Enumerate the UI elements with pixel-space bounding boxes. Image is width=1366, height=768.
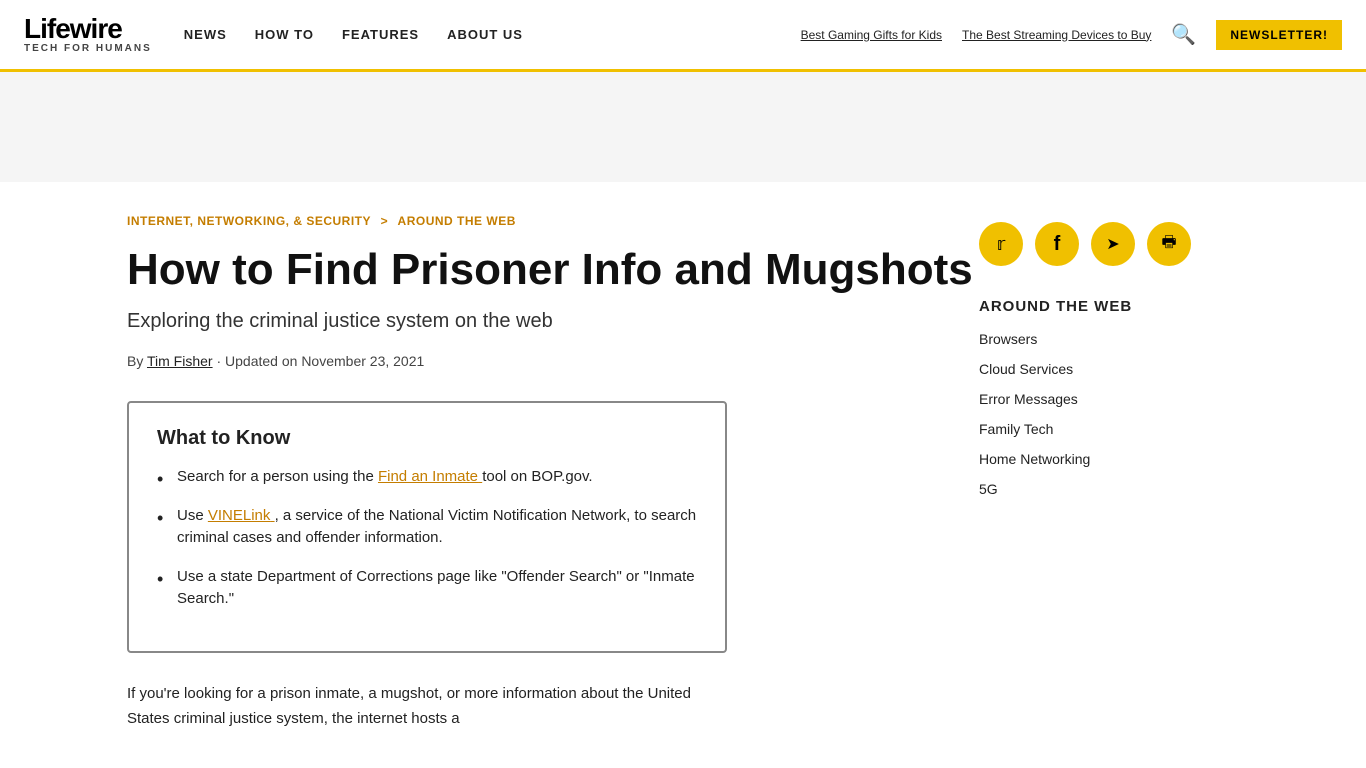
article-area: INTERNET, NETWORKING, & SECURITY > AROUN… xyxy=(107,182,979,732)
print-button[interactable]: 🖶 xyxy=(1147,222,1191,266)
site-logo[interactable]: Lifewire TECH FOR HUMANS xyxy=(24,15,152,54)
sidebar-link-browsers[interactable]: Browsers xyxy=(979,331,1037,347)
item3-text: Use a state Department of Corrections pa… xyxy=(177,568,695,608)
author-prefix: By xyxy=(127,353,143,369)
nav-item-howto[interactable]: HOW TO xyxy=(255,27,314,42)
sidebar-link-5g[interactable]: 5G xyxy=(979,481,998,497)
article-body-paragraph: If you're looking for a prison inmate, a… xyxy=(127,681,727,732)
nav-item-aboutus[interactable]: ABOUT US xyxy=(447,27,523,42)
site-header: Lifewire TECH FOR HUMANS NEWS HOW TO FEA… xyxy=(0,0,1366,72)
sidebar-item-5g: 5G xyxy=(979,481,1219,499)
telegram-icon: ➤ xyxy=(1106,234,1119,254)
twitter-icon: 𝕣 xyxy=(997,234,1006,255)
sidebar: 𝕣 f ➤ 🖶 AROUND THE WEB Browsers Cloud Se… xyxy=(979,182,1259,732)
author-link[interactable]: Tim Fisher xyxy=(147,353,213,369)
header-quick-links: Best Gaming Gifts for Kids The Best Stre… xyxy=(801,28,1152,42)
sidebar-item-home-networking: Home Networking xyxy=(979,451,1219,469)
sidebar-links-list: Browsers Cloud Services Error Messages F… xyxy=(979,331,1219,499)
article-body: If you're looking for a prison inmate, a… xyxy=(127,681,727,732)
sidebar-link-family[interactable]: Family Tech xyxy=(979,421,1053,437)
facebook-icon: f xyxy=(1054,233,1061,256)
facebook-share-button[interactable]: f xyxy=(1035,222,1079,266)
vinelink-link[interactable]: VINELink xyxy=(208,507,275,524)
logo-tagline: TECH FOR HUMANS xyxy=(24,43,152,54)
breadcrumb-separator: > xyxy=(381,214,389,228)
twitter-share-button[interactable]: 𝕣 xyxy=(979,222,1023,266)
what-to-know-item-2: Use VINELink , a service of the National… xyxy=(157,505,697,550)
social-share-icons: 𝕣 f ➤ 🖶 xyxy=(979,222,1219,266)
sidebar-item-cloud: Cloud Services xyxy=(979,361,1219,379)
updated-prefix: · Updated on xyxy=(216,353,297,369)
what-to-know-item-1: Search for a person using the Find an In… xyxy=(157,466,697,489)
main-nav: NEWS HOW TO FEATURES ABOUT US xyxy=(184,27,523,42)
search-button[interactable]: 🔍 xyxy=(1171,22,1196,47)
logo-text: Lifewire xyxy=(24,15,152,43)
item1-text-after: tool on BOP.gov. xyxy=(482,468,592,485)
breadcrumb-current[interactable]: AROUND THE WEB xyxy=(398,214,516,228)
what-to-know-item-3: Use a state Department of Corrections pa… xyxy=(157,566,697,611)
telegram-share-button[interactable]: ➤ xyxy=(1091,222,1135,266)
quick-link-gaming[interactable]: Best Gaming Gifts for Kids xyxy=(801,28,942,42)
sidebar-section-title: AROUND THE WEB xyxy=(979,298,1219,315)
header-right: Best Gaming Gifts for Kids The Best Stre… xyxy=(801,20,1342,50)
article-meta: By Tim Fisher · Updated on November 23, … xyxy=(127,353,979,369)
sidebar-link-errors[interactable]: Error Messages xyxy=(979,391,1078,407)
nav-item-features[interactable]: FEATURES xyxy=(342,27,419,42)
item1-text-before: Search for a person using the xyxy=(177,468,374,485)
search-icon: 🔍 xyxy=(1171,24,1196,46)
what-to-know-title: What to Know xyxy=(157,427,697,450)
sidebar-item-browsers: Browsers xyxy=(979,331,1219,349)
article-title: How to Find Prisoner Info and Mugshots xyxy=(127,246,979,294)
main-content: INTERNET, NETWORKING, & SECURITY > AROUN… xyxy=(83,182,1283,732)
sidebar-link-cloud[interactable]: Cloud Services xyxy=(979,361,1073,377)
find-inmate-link[interactable]: Find an Inmate xyxy=(378,468,482,485)
what-to-know-box: What to Know Search for a person using t… xyxy=(127,401,727,653)
sidebar-item-family: Family Tech xyxy=(979,421,1219,439)
updated-date: November 23, 2021 xyxy=(301,353,424,369)
article-subtitle: Exploring the criminal justice system on… xyxy=(127,310,979,333)
sidebar-item-errors: Error Messages xyxy=(979,391,1219,409)
item2-text-before: Use xyxy=(177,507,204,524)
newsletter-button[interactable]: NEWSLETTER! xyxy=(1216,20,1342,50)
print-icon: 🖶 xyxy=(1161,231,1176,258)
ad-banner xyxy=(0,72,1366,182)
sidebar-link-home-networking[interactable]: Home Networking xyxy=(979,451,1090,467)
breadcrumb: INTERNET, NETWORKING, & SECURITY > AROUN… xyxy=(127,214,979,228)
breadcrumb-parent[interactable]: INTERNET, NETWORKING, & SECURITY xyxy=(127,214,371,228)
quick-link-streaming[interactable]: The Best Streaming Devices to Buy xyxy=(962,28,1151,42)
nav-item-news[interactable]: NEWS xyxy=(184,27,227,42)
what-to-know-list: Search for a person using the Find an In… xyxy=(157,466,697,611)
